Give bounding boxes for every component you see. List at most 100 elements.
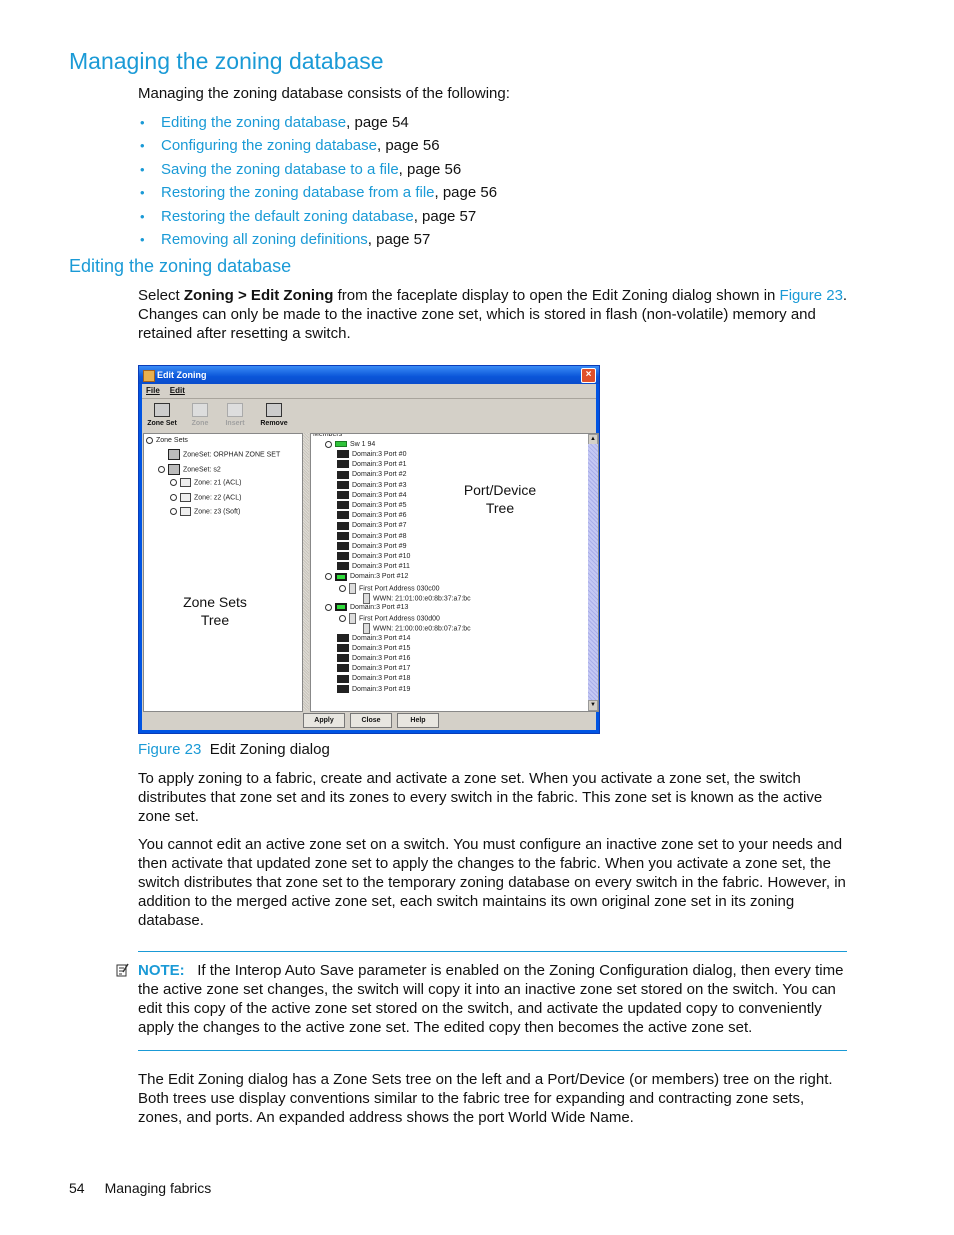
page-number: 54 bbox=[69, 1180, 85, 1196]
expand-icon[interactable] bbox=[325, 573, 332, 581]
toc-link[interactable]: Editing the zoning database bbox=[161, 114, 346, 131]
toc-link[interactable]: Restoring the zoning database from a fil… bbox=[161, 184, 435, 201]
page-footer: 54 Managing fabrics bbox=[69, 1180, 231, 1196]
tree-label: Domain:3 Port #19 bbox=[352, 685, 411, 693]
apply-button[interactable]: Apply bbox=[303, 713, 345, 728]
callout-line: Tree bbox=[200, 612, 230, 628]
tree-label: WWN: 21:01:00:e0:8b:37:a7:bc bbox=[373, 595, 471, 603]
insert-icon bbox=[227, 403, 243, 417]
tree-label: First Port Address 030d00 bbox=[359, 615, 440, 623]
zone-node[interactable]: Zone: z2 (ACL) bbox=[170, 492, 242, 502]
tree-label: Domain:3 Port #4 bbox=[352, 491, 407, 499]
tree-label: Domain:3 Port #17 bbox=[352, 665, 411, 673]
toc-item: • Editing the zoning database, page 54 bbox=[138, 111, 497, 134]
port-icon bbox=[337, 480, 349, 489]
port-node[interactable]: Domain:3 Port #2 bbox=[337, 470, 406, 479]
help-button[interactable]: Help bbox=[397, 713, 439, 728]
port-node[interactable]: Domain:3 Port #6 bbox=[337, 511, 406, 520]
tree-label: Domain:3 Port #10 bbox=[352, 553, 411, 560]
zone-set-button[interactable]: Zone Set bbox=[142, 401, 182, 427]
zone-icon bbox=[180, 478, 191, 487]
zone-node[interactable]: Zone: z3 (Soft) bbox=[170, 507, 240, 516]
port-node[interactable]: Domain:3 Port #8 bbox=[337, 531, 407, 541]
note-bottom-rule bbox=[138, 1050, 847, 1051]
port-node[interactable]: Domain:3 Port #13 bbox=[325, 603, 408, 612]
port-icon bbox=[337, 470, 349, 479]
expand-icon[interactable] bbox=[158, 465, 165, 473]
toc-link[interactable]: Configuring the zoning database bbox=[161, 137, 377, 154]
menu-edit[interactable]: Edit bbox=[170, 384, 185, 398]
menu-path: Zoning > Edit Zoning bbox=[183, 287, 334, 304]
figure-link[interactable]: Figure 23 bbox=[780, 287, 843, 304]
port-node[interactable]: Domain:3 Port #12 bbox=[325, 572, 408, 581]
toc-link[interactable]: Saving the zoning database to a file bbox=[161, 161, 399, 178]
tree-label: Domain:3 Port #2 bbox=[352, 471, 407, 479]
expand-icon[interactable] bbox=[325, 440, 332, 448]
port-icon bbox=[337, 541, 349, 550]
close-icon[interactable]: × bbox=[581, 368, 596, 383]
port-node[interactable]: Domain:3 Port #11 bbox=[337, 562, 410, 571]
port-icon bbox=[337, 490, 349, 499]
expand-icon[interactable] bbox=[339, 615, 346, 623]
port-node[interactable]: Domain:3 Port #18 bbox=[337, 674, 410, 683]
tree-label: Domain:3 Port #6 bbox=[352, 512, 407, 520]
close-button[interactable]: Close bbox=[350, 713, 392, 728]
section-heading: Editing the zoning database bbox=[69, 256, 292, 276]
insert-button[interactable]: Insert bbox=[215, 401, 255, 427]
port-node[interactable]: Domain:3 Port #19 bbox=[337, 684, 411, 694]
port-node[interactable]: Domain:3 Port #10 bbox=[337, 552, 410, 561]
toc-page: , page 56 bbox=[434, 184, 498, 202]
tree-root-zone-sets[interactable]: Zone Sets bbox=[146, 436, 188, 445]
menu-file[interactable]: File bbox=[146, 384, 160, 398]
expand-icon[interactable] bbox=[339, 584, 346, 592]
tree-label: Domain:3 Port #8 bbox=[352, 532, 407, 540]
port-node[interactable]: Domain:3 Port #17 bbox=[337, 664, 410, 673]
bullet-icon: • bbox=[140, 138, 145, 154]
port-node[interactable]: Domain:3 Port #9 bbox=[337, 541, 406, 551]
toc-link[interactable]: Removing all zoning definitions bbox=[161, 231, 368, 248]
port-node[interactable]: Domain:3 Port #7 bbox=[337, 521, 406, 530]
button-label: Insert bbox=[225, 420, 245, 427]
toc-page: , page 57 bbox=[413, 207, 477, 225]
zoneset-node[interactable]: ZoneSet: s2 bbox=[158, 463, 221, 475]
expand-icon[interactable] bbox=[146, 436, 153, 444]
zone-icon bbox=[180, 507, 191, 516]
tree-label: Domain:3 Port #12 bbox=[350, 573, 409, 581]
zone-node[interactable]: Zone: z1 (ACL) bbox=[170, 478, 241, 487]
port-icon bbox=[337, 643, 349, 652]
toc-item: • Removing all zoning definitions, page 5… bbox=[138, 228, 497, 251]
expand-icon[interactable] bbox=[325, 603, 332, 611]
port-node[interactable]: Domain:3 Port #4 bbox=[337, 490, 407, 500]
zone-sets-tree-callout: Zone Sets Tree bbox=[170, 593, 260, 629]
zone-button[interactable]: Zone bbox=[180, 401, 220, 427]
toc-link[interactable]: Restoring the default zoning database bbox=[161, 208, 414, 225]
tree-label: Domain:3 Port #14 bbox=[352, 634, 411, 642]
vertical-scrollbar[interactable]: ▲ ▼ bbox=[588, 434, 598, 711]
port-node[interactable]: Domain:3 Port #5 bbox=[337, 501, 406, 510]
tree-label: Zone: z2 (ACL) bbox=[194, 493, 242, 501]
port-node[interactable]: Domain:3 Port #16 bbox=[337, 654, 410, 663]
port-node[interactable]: Domain:3 Port #1 bbox=[337, 460, 406, 469]
port-node[interactable]: Domain:3 Port #0 bbox=[337, 450, 406, 459]
app-icon bbox=[143, 370, 155, 382]
zoneset-node[interactable]: ZoneSet: ORPHAN ZONE SET bbox=[158, 449, 280, 460]
members-tree[interactable]: Members Sw 1 94 Domain:3 Port #0 Domain:3… bbox=[310, 433, 599, 712]
port-icon bbox=[337, 501, 349, 510]
port-node[interactable]: Domain:3 Port #3 bbox=[337, 480, 406, 490]
switch-node[interactable]: Sw 1 94 bbox=[325, 440, 375, 449]
port-node[interactable]: Domain:3 Port #15 bbox=[337, 643, 410, 653]
pane-splitter[interactable] bbox=[303, 433, 309, 710]
port-icon bbox=[337, 664, 349, 673]
remove-button[interactable]: Remove bbox=[254, 401, 294, 427]
port-node[interactable]: Domain:3 Port #14 bbox=[337, 633, 411, 643]
zone-sets-tree[interactable]: Zone Sets ZoneSet: ORPHAN ZONE SET ZoneSe… bbox=[143, 433, 303, 712]
port-icon bbox=[337, 654, 349, 663]
toc-page: , page 56 bbox=[377, 137, 440, 155]
device-icon bbox=[349, 582, 356, 594]
dialog-titlebar: Edit Zoning × bbox=[139, 366, 599, 384]
expand-icon[interactable] bbox=[170, 508, 177, 515]
remove-icon bbox=[266, 403, 282, 417]
expand-icon[interactable] bbox=[170, 493, 177, 501]
expand-icon[interactable] bbox=[170, 479, 177, 486]
scroll-thumb[interactable] bbox=[588, 444, 598, 701]
